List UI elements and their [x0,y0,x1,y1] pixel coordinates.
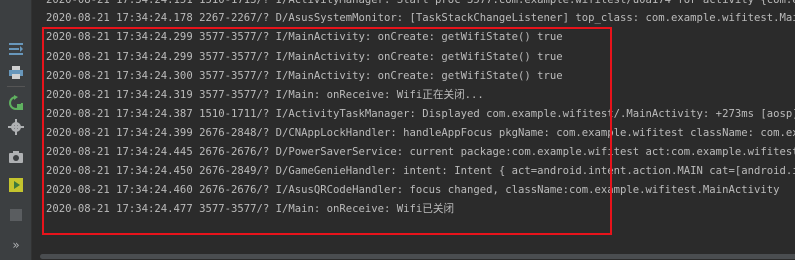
log-line: 2020-08-21 17:34:24.300 3577-3577/? I/Ma… [46,70,563,82]
log-line: 2020-08-21 17:34:24.319 3577-3577/? I/Ma… [46,89,484,101]
screenshot-icon[interactable] [6,148,26,166]
log-line: 2020-08-21 17:34:24.387 1510-1711/? I/Ac… [46,108,795,120]
logcat-output[interactable]: 2020-08-21 17:34:24.151 1510-1713/? I/Ac… [32,0,795,260]
print-icon[interactable] [6,63,26,81]
logcat-side-toolbar: » [0,0,32,260]
log-line: 2020-08-21 17:34:24.299 3577-3577/? I/Ma… [46,31,563,43]
log-line: 2020-08-21 17:34:24.299 3577-3577/? I/Ma… [46,51,563,63]
log-line: 2020-08-21 17:34:24.450 2676-2849/? D/Ga… [46,165,795,177]
toolbar-divider [7,86,25,87]
log-line: 2020-08-21 17:34:24.445 2676-2676/? D/Po… [46,146,795,158]
scrollbar-thumb[interactable] [40,254,795,259]
log-line: 2020-08-21 17:34:24.399 2676-2848/? D/CN… [46,127,795,139]
screen-record-icon[interactable] [6,176,26,194]
log-line: 2020-08-21 17:34:24.477 3577-3577/? I/Ma… [46,203,455,215]
more-tools-button[interactable]: » [6,236,26,254]
horizontal-scrollbar[interactable] [32,252,795,260]
scroll-to-end-icon[interactable] [6,40,26,58]
log-line: 2020-08-21 17:34:24.460 2676-2676/? I/As… [46,184,780,196]
restart-icon[interactable] [6,94,26,112]
stop-icon[interactable] [6,206,26,224]
settings-icon[interactable] [6,118,26,136]
log-line: 2020-08-21 17:34:24.178 2267-2267/? D/As… [46,12,795,24]
